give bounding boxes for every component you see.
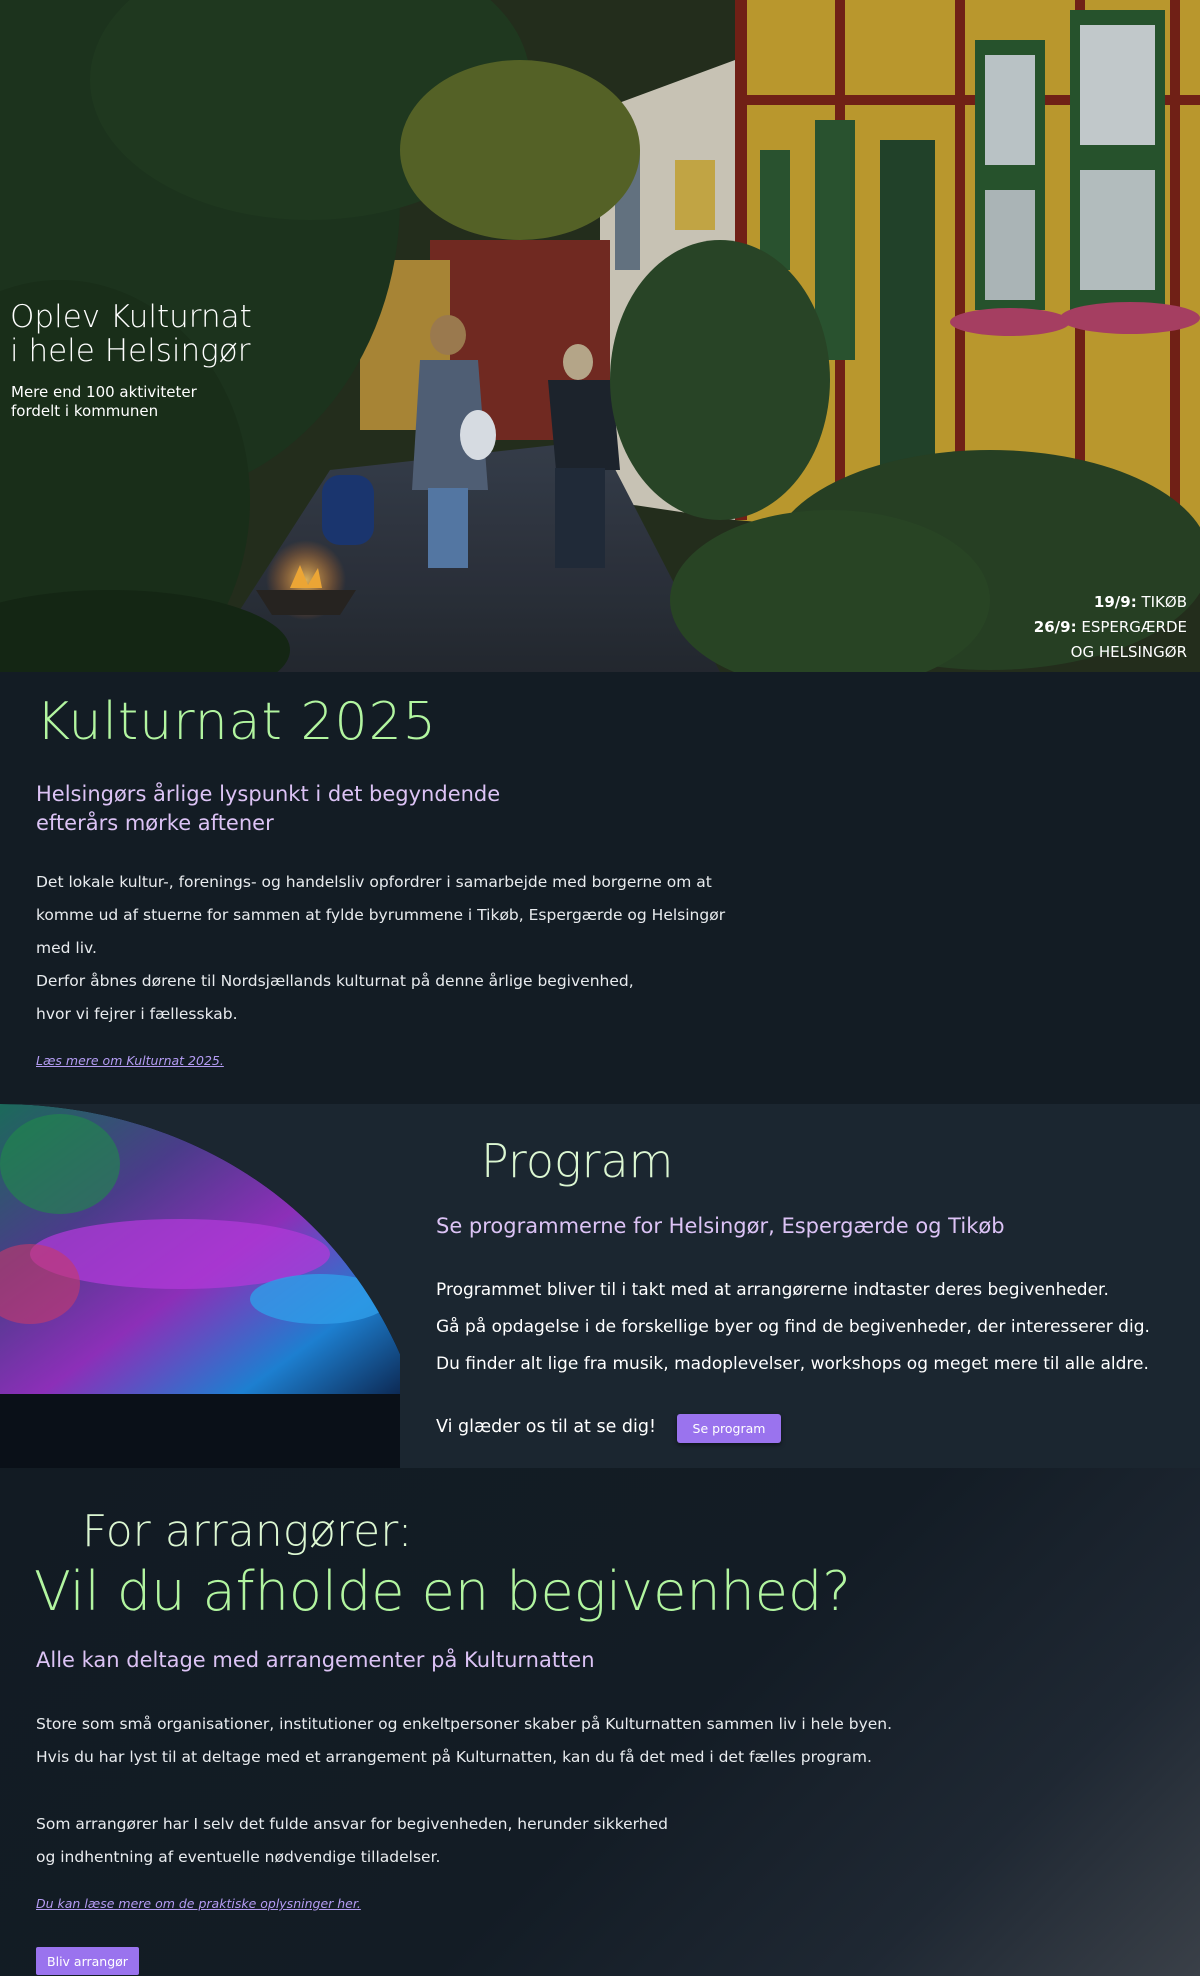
- event-place: ESPERGÆRDE: [1076, 618, 1187, 636]
- program-body-line: Du finder alt lige fra musik, madoplevel…: [436, 1354, 1149, 1374]
- program-body-line: Gå på opdagelse i de forskellige byer og…: [436, 1317, 1150, 1337]
- program-title: Program: [481, 1134, 674, 1188]
- program-cta-text: Vi glæder os til at se dig!: [436, 1417, 657, 1437]
- intro-body-line: Det lokale kultur-, forenings- og handel…: [36, 873, 712, 891]
- intro-body-line: hvor vi fejrer i fællesskab.: [36, 1005, 238, 1023]
- event-date-item: 26/9: ESPERGÆRDE: [1034, 615, 1187, 640]
- intro-body-line: komme ud af stuerne for sammen at fylde …: [36, 906, 726, 924]
- program-subtitle: Se programmerne for Helsingør, Espergærd…: [436, 1214, 1005, 1238]
- event-place: OG HELSINGØR: [1070, 643, 1187, 661]
- program-body-line: Programmet bliver til i takt med at arra…: [436, 1280, 1109, 1300]
- become-organizer-button[interactable]: Bliv arrangør: [36, 1947, 139, 1975]
- intro-body-line: med liv.: [36, 939, 97, 957]
- hero-subtitle-line2: fordelt i kommunen: [11, 402, 159, 420]
- organizers-body: Store som små organisationer, institutio…: [36, 1708, 892, 1774]
- intro-subtitle: Helsingørs årlige lyspunkt i det begynde…: [36, 780, 500, 838]
- aurora-dome-image: [0, 1104, 400, 1468]
- hero-title-line1: Oplev Kulturnat: [10, 299, 252, 335]
- intro-section: Kulturnat 2025 Helsingørs årlige lyspunk…: [0, 672, 1200, 1104]
- program-image: [0, 1104, 400, 1468]
- intro-subtitle-line1: Helsingørs årlige lyspunkt i det begynde…: [36, 782, 501, 806]
- event-date-item: 19/9: TIKØB: [1034, 590, 1187, 615]
- practical-info-link[interactable]: Du kan læse mere om de praktiske oplysni…: [36, 1896, 361, 1911]
- event-dates: 19/9: TIKØB 26/9: ESPERGÆRDE OG HELSINGØ…: [1034, 590, 1187, 665]
- intro-body: Det lokale kultur-, forenings- og handel…: [36, 866, 725, 1031]
- organizers-section: For arrangører: Vil du afholde en begive…: [0, 1468, 1200, 1976]
- program-body: Programmet bliver til i takt med at arra…: [436, 1272, 1150, 1383]
- organizers-title: Vil du afholde en begivenhed?: [34, 1560, 851, 1623]
- see-program-button[interactable]: Se program: [677, 1414, 781, 1443]
- organizers-body-line: Som arrangører har I selv det fulde ansv…: [36, 1815, 668, 1833]
- program-section: Program Se programmerne for Helsingør, E…: [0, 1104, 1200, 1468]
- organizers-subtitle: Alle kan deltage med arrangementer på Ku…: [36, 1648, 595, 1672]
- hero-title-line2: i hele Helsingør: [10, 333, 251, 369]
- intro-body-line: Derfor åbnes dørene til Nordsjællands ku…: [36, 972, 634, 990]
- intro-title: Kulturnat 2025: [36, 692, 437, 752]
- intro-subtitle-line2: efterårs mørke aftener: [36, 811, 274, 835]
- hero-banner: Oplev Kulturnat i hele Helsingør Mere en…: [0, 0, 1200, 672]
- event-date: 19/9:: [1093, 593, 1137, 611]
- event-place: TIKØB: [1136, 593, 1187, 611]
- hero-title: Oplev Kulturnat i hele Helsingør: [10, 300, 252, 368]
- organizers-body-line: Store som små organisationer, institutio…: [36, 1715, 893, 1733]
- organizers-responsibility: Som arrangører har I selv det fulde ansv…: [36, 1808, 668, 1874]
- organizers-body-line: Hvis du har lyst til at deltage med et a…: [36, 1748, 872, 1766]
- event-date: 26/9:: [1033, 618, 1077, 636]
- hero-subtitle: Mere end 100 aktiviteter fordelt i kommu…: [11, 383, 197, 421]
- read-more-link[interactable]: Læs mere om Kulturnat 2025.: [36, 1053, 224, 1068]
- hero-subtitle-line1: Mere end 100 aktiviteter: [11, 383, 197, 401]
- event-date-item: OG HELSINGØR: [1034, 640, 1187, 665]
- organizers-kicker: For arrangører:: [82, 1506, 413, 1557]
- organizers-body-line: og indhentning af eventuelle nødvendige …: [36, 1848, 441, 1866]
- page: Oplev Kulturnat i hele Helsingør Mere en…: [0, 0, 1200, 1976]
